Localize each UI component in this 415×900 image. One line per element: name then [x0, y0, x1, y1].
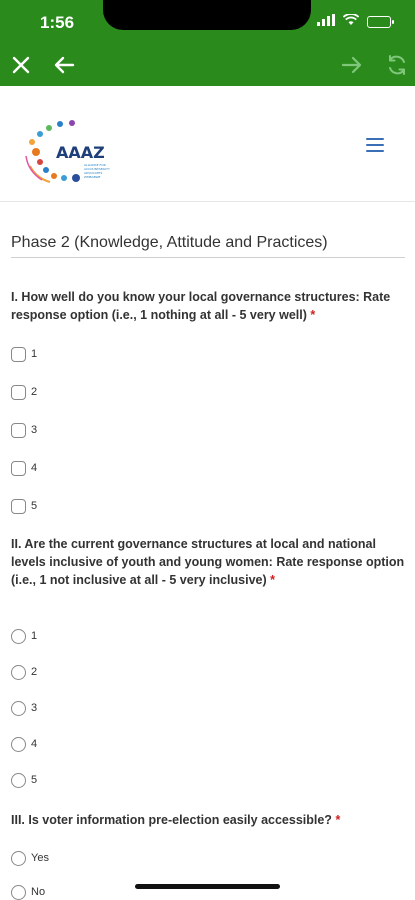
radio-button[interactable] [11, 884, 26, 900]
close-button[interactable] [8, 52, 34, 78]
top-bar: 1:56 [0, 0, 415, 86]
status-time: 1:56 [40, 13, 75, 32]
q2-option-3[interactable]: 3 [11, 699, 37, 717]
svg-text:AAAZ: AAAZ [56, 143, 105, 162]
q1-option-3[interactable]: 3 [11, 421, 37, 439]
aaaz-logo[interactable]: AAAZ ALLIANCE FOR ACCOUNTABILITY ADVOCAT… [22, 116, 122, 186]
q1-option-2[interactable]: 2 [11, 383, 37, 401]
radio-button[interactable] [11, 628, 26, 644]
home-indicator [135, 884, 280, 889]
arrow-right-icon [341, 56, 362, 74]
forward-button[interactable] [339, 52, 365, 78]
checkbox[interactable] [11, 346, 26, 362]
radio-button[interactable] [11, 700, 26, 716]
wifi-icon [342, 13, 360, 31]
question-2-label: II. Are the current governance structure… [11, 537, 405, 587]
arrow-left-icon [54, 56, 75, 74]
svg-text:ZIMBABWE: ZIMBABWE [84, 175, 101, 179]
hamburger-menu-button[interactable] [366, 138, 384, 152]
question-2: II. Are the current governance structure… [11, 535, 405, 589]
required-mark: * [270, 573, 276, 587]
phase-title: Phase 2 (Knowledge, Attitude and Practic… [11, 234, 405, 258]
signal-icon [317, 13, 335, 31]
device-notch [103, 0, 311, 30]
checkbox[interactable] [11, 422, 26, 438]
required-mark: * [335, 813, 341, 827]
q1-option-5[interactable]: 5 [11, 497, 37, 515]
q2-option-1[interactable]: 1 [11, 627, 37, 645]
question-3: III. Is voter information pre-election e… [11, 811, 405, 829]
close-icon [12, 56, 30, 74]
survey-form: Phase 2 (Knowledge, Attitude and Practic… [11, 234, 405, 258]
q3-option-yes[interactable]: Yes [11, 849, 49, 867]
q2-option-2[interactable]: 2 [11, 663, 37, 681]
radio-button[interactable] [11, 664, 26, 680]
question-1-label: I. How well do you know your local gover… [11, 290, 391, 322]
status-icons [317, 13, 394, 31]
question-3-label: III. Is voter information pre-election e… [11, 813, 332, 827]
q2-option-4[interactable]: 4 [11, 735, 37, 753]
radio-button[interactable] [11, 772, 26, 788]
battery-icon [367, 16, 394, 28]
checkbox[interactable] [11, 460, 26, 476]
radio-button[interactable] [11, 736, 26, 752]
radio-button[interactable] [11, 850, 26, 866]
refresh-icon [389, 55, 405, 75]
checkbox[interactable] [11, 498, 26, 514]
q2-option-5[interactable]: 5 [11, 771, 37, 789]
q1-option-4[interactable]: 4 [11, 459, 37, 477]
required-mark: * [310, 308, 316, 322]
question-1: I. How well do you know your local gover… [11, 288, 405, 324]
back-button[interactable] [51, 52, 77, 78]
checkbox[interactable] [11, 384, 26, 400]
hamburger-menu-icon [366, 138, 384, 140]
q3-option-no[interactable]: No [11, 883, 45, 900]
refresh-button[interactable] [384, 52, 410, 78]
q1-option-1[interactable]: 1 [11, 345, 37, 363]
